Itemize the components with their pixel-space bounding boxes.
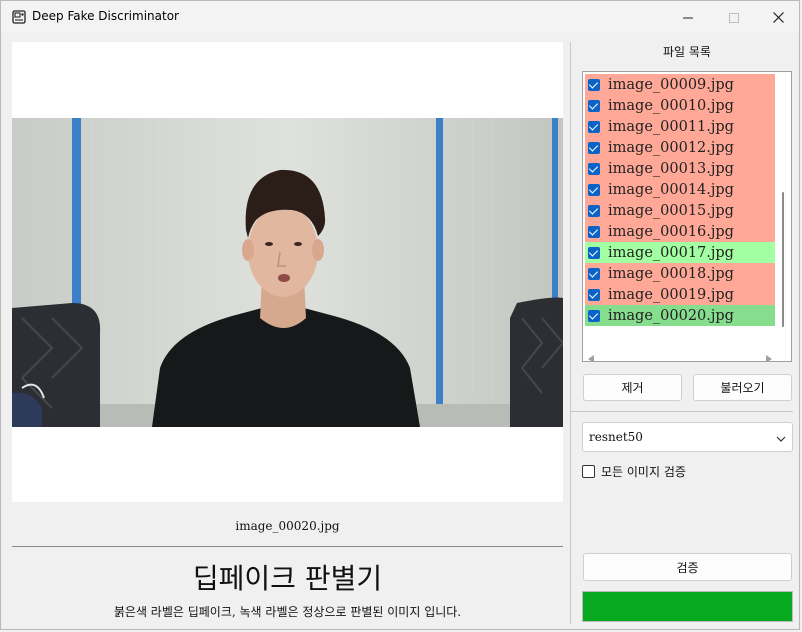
scrollbar-thumb[interactable] (782, 192, 784, 327)
app-window-icon (12, 9, 26, 24)
chevron-down-icon (776, 432, 786, 446)
image-filename-label: image_00020.jpg (235, 519, 340, 533)
file-name: image_00017.jpg (608, 244, 734, 261)
close-button[interactable] (755, 1, 801, 33)
model-select-value: resnet50 (589, 430, 643, 444)
title-bar[interactable]: Deep Fake Discriminator (1, 1, 799, 33)
file-name: image_00012.jpg (608, 139, 734, 156)
list-item[interactable]: image_00016.jpg (585, 221, 775, 242)
list-item[interactable]: image_00018.jpg (585, 263, 775, 284)
checkbox-icon[interactable] (588, 309, 600, 322)
window-title: Deep Fake Discriminator (32, 9, 179, 23)
list-item[interactable]: image_00015.jpg (585, 200, 775, 221)
file-name: image_00009.jpg (608, 76, 734, 93)
maximize-icon (729, 8, 739, 27)
checkbox-icon[interactable] (588, 225, 600, 238)
list-item[interactable]: image_00020.jpg (585, 305, 775, 326)
file-list-title: 파일 목록 (663, 45, 711, 59)
page-title: 딥페이크 판별기 (192, 562, 383, 595)
horizontal-scrollbar[interactable] (585, 345, 775, 361)
vertical-scrollbar[interactable] (777, 74, 789, 342)
checkbox-icon[interactable] (588, 183, 600, 196)
checkbox-icon[interactable] (588, 141, 600, 154)
file-name: image_00019.jpg (608, 286, 734, 303)
checkbox-icon[interactable] (582, 464, 595, 478)
file-name: image_00016.jpg (608, 223, 734, 240)
list-item[interactable]: image_00010.jpg (585, 95, 775, 116)
scroll-left-icon[interactable] (588, 348, 595, 361)
close-icon (772, 8, 784, 27)
checkbox-icon[interactable] (588, 246, 600, 259)
list-item[interactable]: image_00009.jpg (585, 74, 775, 95)
divider (571, 411, 793, 412)
app-window: Deep Fake Discriminator image_00020.jpg … (0, 0, 800, 630)
list-item[interactable]: image_00013.jpg (585, 158, 775, 179)
list-item[interactable]: image_00017.jpg (585, 242, 775, 263)
minimize-icon (683, 8, 693, 27)
file-name: image_00014.jpg (608, 181, 734, 198)
file-name: image_00015.jpg (608, 202, 734, 219)
minimize-button[interactable] (665, 1, 711, 33)
image-viewer (12, 42, 563, 502)
checkbox-icon[interactable] (588, 267, 600, 280)
checkbox-icon[interactable] (588, 78, 600, 91)
checkbox-icon[interactable] (588, 120, 600, 133)
list-item[interactable]: image_00014.jpg (585, 179, 775, 200)
file-list[interactable]: image_00009.jpg image_00010.jpg image_0001… (582, 71, 792, 362)
file-name: image_00018.jpg (608, 265, 734, 282)
file-name: image_00010.jpg (608, 97, 734, 114)
remove-button[interactable]: 제거 (583, 374, 682, 401)
legend-description: 붉은색 라벨은 딥페이크, 녹색 라벨은 정상으로 판별된 이미지 입니다. (113, 605, 462, 619)
file-name: image_00020.jpg (608, 307, 734, 324)
checkbox-icon[interactable] (588, 162, 600, 175)
model-select[interactable]: resnet50 (582, 422, 793, 452)
verify-all-label: 모든 이미지 검증 (601, 464, 686, 479)
load-button[interactable]: 불러오기 (693, 374, 792, 401)
verify-all-checkbox[interactable]: 모든 이미지 검증 (582, 463, 686, 479)
file-name: image_00013.jpg (608, 160, 734, 177)
panel-divider (570, 42, 571, 624)
list-item[interactable]: image_00011.jpg (585, 116, 775, 137)
list-item[interactable]: image_00012.jpg (585, 137, 775, 158)
divider (12, 546, 563, 547)
list-item[interactable]: image_00019.jpg (585, 284, 775, 305)
maximize-button[interactable] (711, 1, 757, 33)
checkbox-icon[interactable] (588, 99, 600, 112)
progress-bar (582, 591, 793, 622)
preview-image (12, 118, 563, 427)
checkbox-icon[interactable] (588, 204, 600, 217)
file-name: image_00011.jpg (608, 118, 734, 135)
scroll-right-icon[interactable] (765, 348, 772, 361)
verify-button[interactable]: 검증 (583, 553, 792, 581)
checkbox-icon[interactable] (588, 288, 600, 301)
progress-fill (583, 592, 792, 621)
